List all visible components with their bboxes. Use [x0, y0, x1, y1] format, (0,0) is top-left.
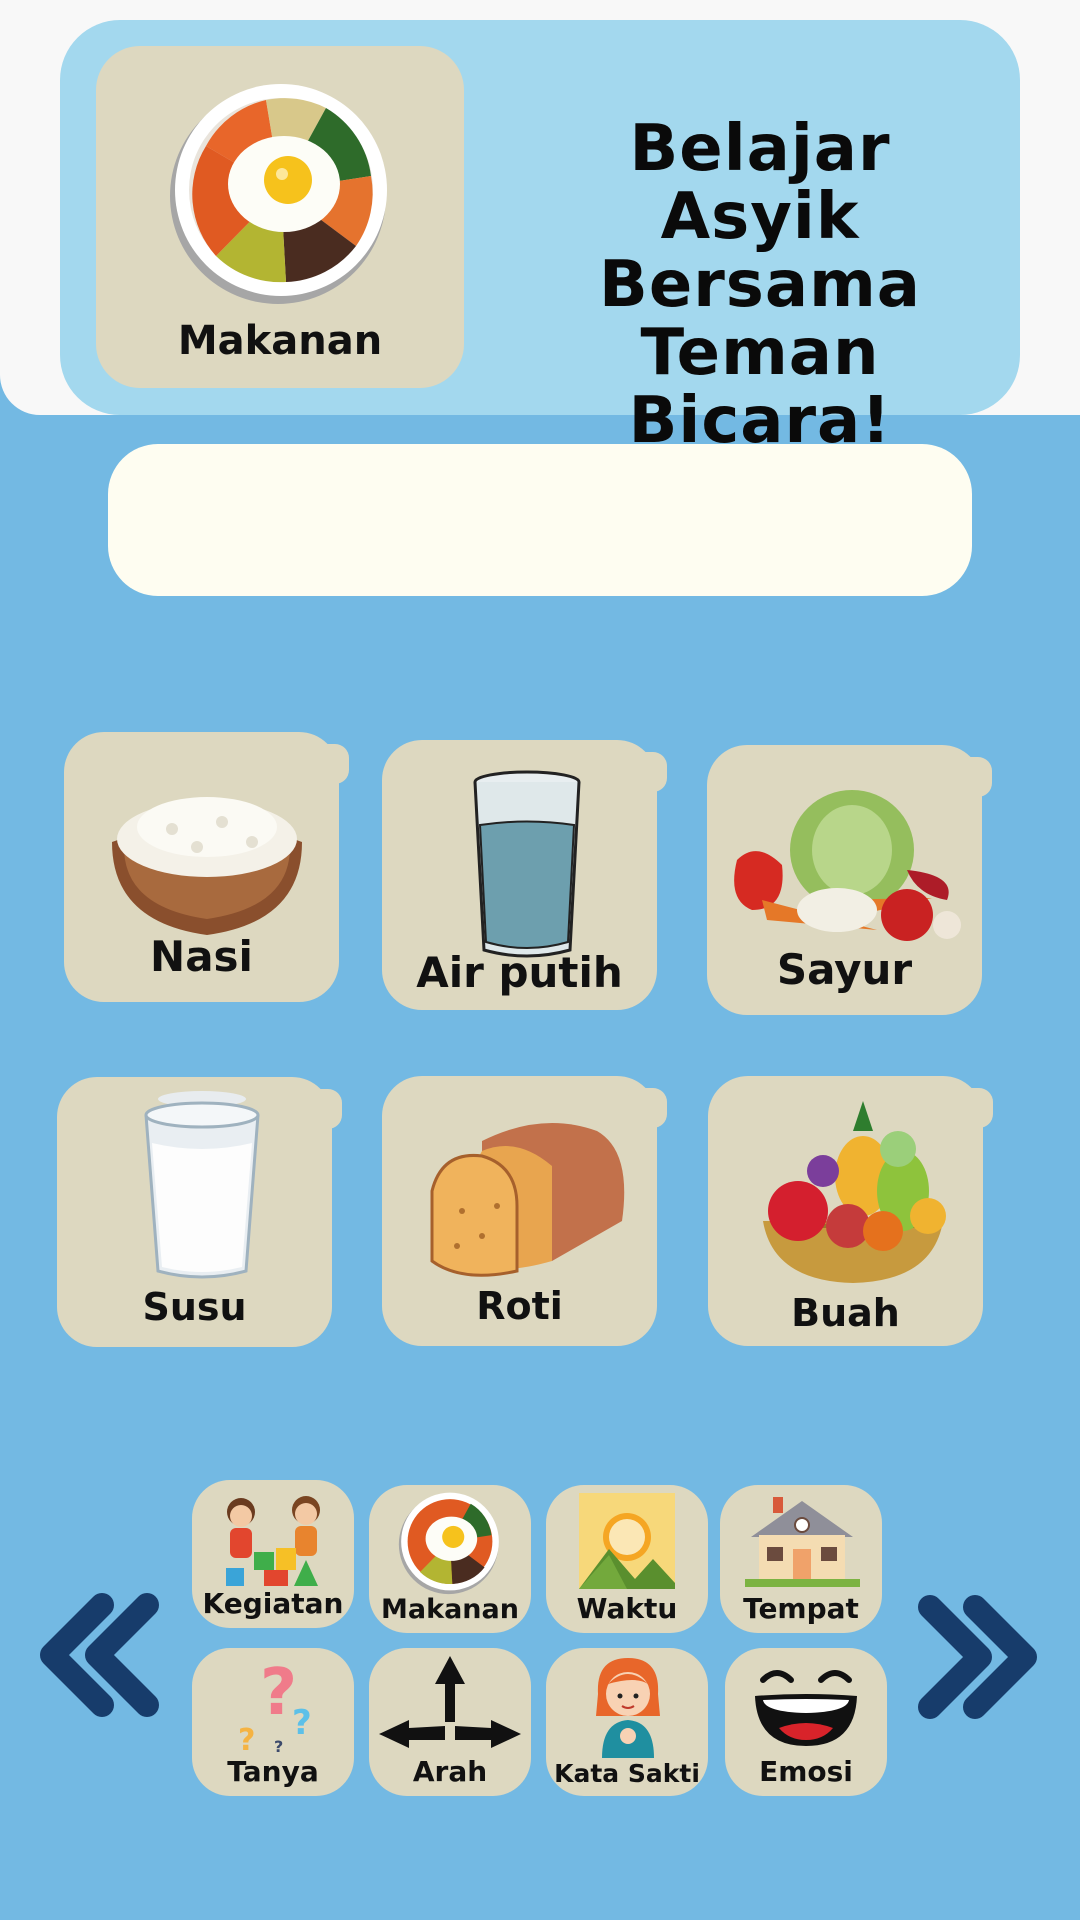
house-icon [745, 1497, 860, 1587]
category-label: Waktu [576, 1592, 678, 1625]
category-tanya[interactable]: ? ? ? ? Tanya [192, 1648, 354, 1796]
app-title: Belajar Asyik Bersama Teman Bicara! [540, 115, 980, 455]
item-label: Roti [476, 1284, 563, 1328]
category-waktu[interactable]: Waktu [546, 1485, 708, 1633]
girl-icon [596, 1658, 660, 1758]
bread-icon [430, 1123, 625, 1277]
category-label: Kegiatan [202, 1587, 344, 1620]
kids-playing-icon [226, 1496, 320, 1586]
svg-text:?: ? [292, 1703, 312, 1743]
category-label: Arah [412, 1755, 488, 1788]
item-label: Sayur [776, 945, 913, 994]
fruit-basket-icon [763, 1101, 946, 1283]
current-category-tile[interactable]: Makanan [96, 46, 464, 388]
water-glass-icon [473, 770, 581, 958]
vegetables-icon [734, 790, 961, 941]
category-label: Emosi [759, 1755, 853, 1788]
rice-bowl-icon [112, 797, 302, 935]
item-label: Susu [142, 1285, 247, 1329]
food-bowl-icon [398, 1492, 499, 1595]
item-label: Nasi [150, 932, 253, 981]
item-label: Buah [791, 1291, 900, 1335]
category-tempat[interactable]: Tempat [720, 1485, 882, 1633]
item-tile-buah[interactable]: Buah [708, 1076, 993, 1346]
item-label: Air putih [416, 948, 623, 997]
category-arah[interactable]: Arah [369, 1648, 531, 1796]
laughing-face-icon [755, 1670, 857, 1746]
direction-arrows-icon [379, 1656, 521, 1748]
category-label: Tanya [227, 1755, 319, 1788]
svg-text:?: ? [274, 1737, 283, 1754]
category-emosi[interactable]: Emosi [725, 1648, 887, 1796]
title-line: Teman Bicara! [628, 316, 892, 458]
item-tile-sayur[interactable]: Sayur [707, 745, 992, 1015]
title-line: Bersama [599, 248, 921, 322]
double-chevron-left-icon[interactable] [32, 1590, 162, 1720]
sentence-bar[interactable] [108, 444, 972, 596]
item-tile-air-putih[interactable]: Air putih [382, 740, 667, 1010]
current-category-label: Makanan [177, 318, 383, 364]
category-label: Makanan [381, 1594, 519, 1625]
sun-mountain-icon [579, 1493, 675, 1589]
category-label: Kata Sakti [554, 1759, 700, 1788]
category-label: Tempat [743, 1592, 859, 1625]
item-tile-nasi[interactable]: Nasi [64, 732, 349, 1002]
item-tile-susu[interactable]: Susu [57, 1077, 342, 1347]
category-kata-sakti[interactable]: Kata Sakti [546, 1648, 708, 1796]
item-tile-roti[interactable]: Roti [382, 1076, 667, 1346]
category-makanan[interactable]: Makanan [369, 1485, 531, 1633]
category-kegiatan[interactable]: Kegiatan [192, 1480, 354, 1628]
question-marks-icon: ? ? ? ? [238, 1656, 312, 1754]
double-chevron-right-icon[interactable] [915, 1592, 1045, 1722]
svg-text:?: ? [238, 1723, 255, 1754]
title-line: Belajar Asyik [629, 112, 891, 254]
milk-glass-icon [144, 1091, 260, 1279]
food-bowl-icon [170, 84, 387, 304]
